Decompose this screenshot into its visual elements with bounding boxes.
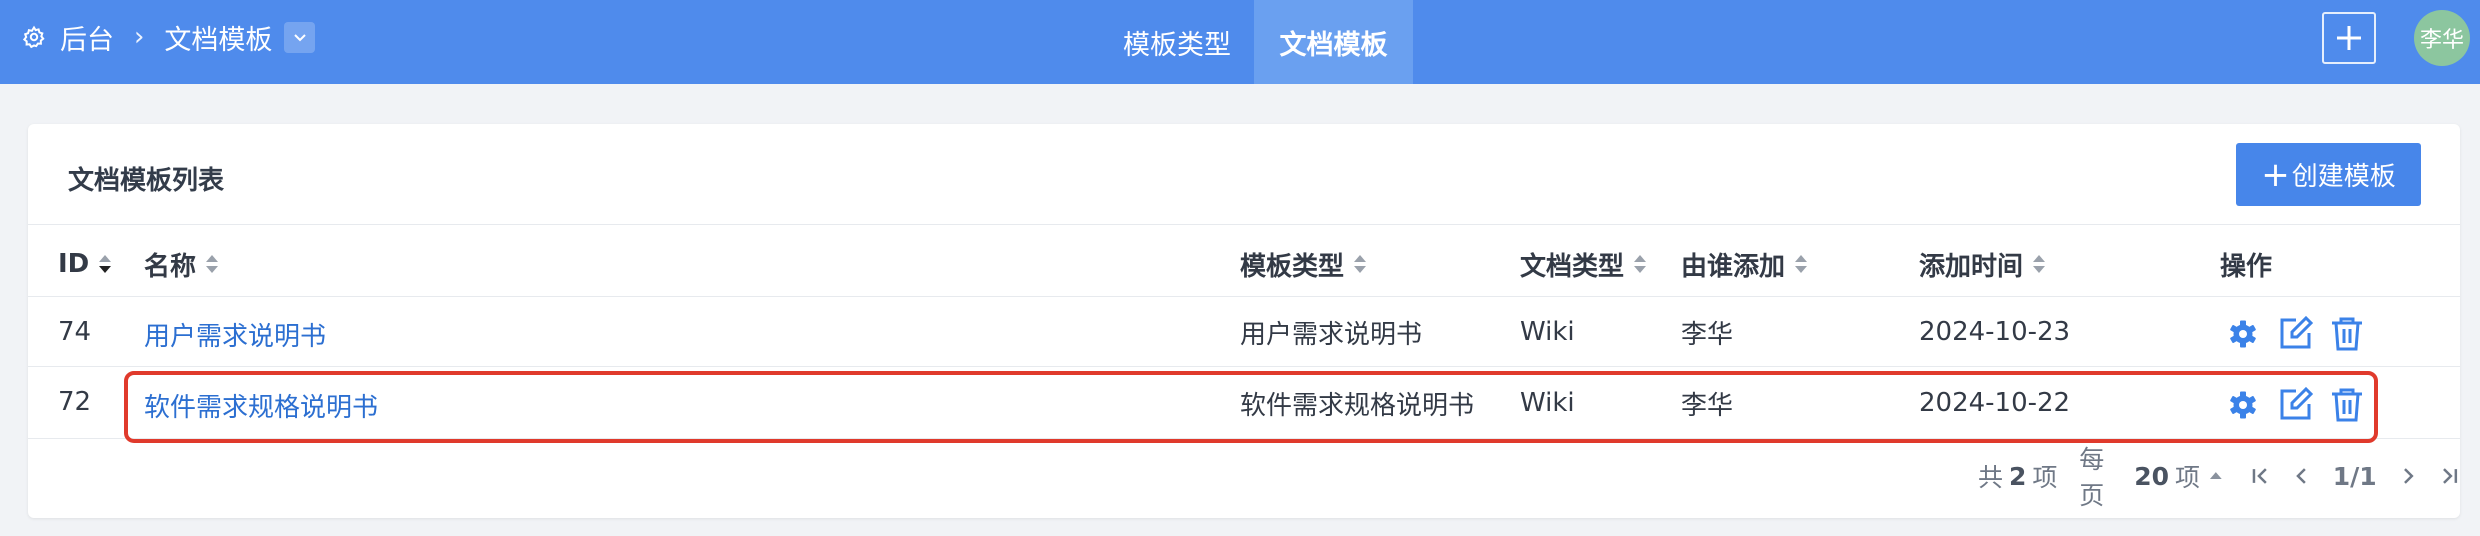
top-navigation-bar: 后台 › 文档模板 模板类型 文档模板 李华: [0, 0, 2480, 84]
first-page-icon[interactable]: [2250, 465, 2272, 487]
cell-added-time: 2024-10-23: [1919, 317, 2071, 347]
cell-template-type: 用户需求说明书: [1240, 319, 1423, 350]
settings-icon: [22, 25, 45, 49]
avatar-text: 李华: [2419, 28, 2464, 53]
total-prefix: 共: [1978, 463, 2004, 492]
sort-icon: [2033, 255, 2046, 273]
column-header-doc-type[interactable]: 文档类型: [1520, 244, 1648, 284]
column-header-added-time[interactable]: 添加时间: [1919, 244, 2047, 284]
column-header-label: 由谁添加: [1681, 251, 1786, 282]
column-header-name[interactable]: 名称: [144, 244, 220, 284]
per-page-value: 20: [2134, 461, 2170, 491]
per-page-suffix: 项: [2175, 463, 2201, 492]
cell-added-by: 李华: [1681, 319, 1734, 350]
breadcrumb-current: 文档模板: [164, 24, 273, 56]
sort-icon: [1795, 255, 1808, 273]
plus-icon: [2337, 26, 2361, 50]
create-template-label: 创建模板: [2291, 162, 2396, 192]
cell-id: 72: [58, 387, 92, 417]
template-list-card: 文档模板列表 + 创建模板 ID 名称 模板类型 文档类型 由谁添加 添加时间 …: [28, 124, 2460, 518]
add-button[interactable]: [2322, 12, 2376, 64]
tab-label: 文档模板: [1279, 29, 1388, 61]
edit-icon[interactable]: [2276, 315, 2314, 353]
column-header-added-by[interactable]: 由谁添加: [1681, 244, 1809, 284]
previous-page-icon[interactable]: [2291, 465, 2313, 487]
column-header-id[interactable]: ID: [58, 244, 113, 284]
column-header-label: 操作: [2220, 251, 2273, 282]
breadcrumb-root[interactable]: 后台: [60, 18, 114, 57]
divider: [28, 366, 2460, 367]
divider: [28, 296, 2460, 297]
card-title: 文档模板列表: [68, 166, 225, 196]
column-header-label: 名称: [144, 251, 197, 282]
divider: [28, 224, 2460, 225]
column-header-label: 添加时间: [1919, 251, 2024, 282]
chevron-down-icon: [294, 34, 306, 42]
sort-icon: [206, 255, 219, 273]
per-page-selector[interactable]: 每页 20 项: [2079, 440, 2224, 512]
row-actions: [2224, 315, 2380, 353]
user-avatar[interactable]: 李华: [2414, 10, 2470, 66]
sort-icon: [1354, 255, 1367, 273]
last-page-icon[interactable]: [2438, 465, 2460, 487]
column-header-label: 文档类型: [1520, 251, 1625, 282]
column-header-template-type[interactable]: 模板类型: [1240, 244, 1368, 284]
cell-doc-type: Wiki: [1520, 317, 1575, 347]
sort-icon: [99, 255, 112, 273]
page-indicator: 1/1: [2332, 461, 2377, 491]
column-header-actions: 操作: [2220, 244, 2272, 284]
column-header-label: 模板类型: [1240, 251, 1345, 282]
next-page-icon[interactable]: [2397, 465, 2419, 487]
tab-doc-templates[interactable]: 文档模板: [1254, 0, 1413, 84]
tab-template-types[interactable]: 模板类型: [1100, 0, 1254, 84]
total-suffix: 项: [2032, 463, 2058, 492]
breadcrumb: 后台 › 文档模板: [22, 0, 316, 74]
per-page-prefix: 每页: [2079, 445, 2105, 510]
cell-id: 74: [58, 317, 92, 347]
column-header-label: ID: [58, 249, 90, 279]
plus-icon: +: [2261, 154, 2290, 195]
total-count: 2: [2009, 461, 2027, 491]
breadcrumb-separator-icon: ›: [134, 22, 145, 52]
row-highlight-annotation: [124, 371, 2378, 443]
sort-icon: [1634, 255, 1647, 273]
create-template-button[interactable]: + 创建模板: [2236, 143, 2421, 206]
template-name-link[interactable]: 用户需求说明书: [144, 314, 326, 354]
caret-up-icon: [2210, 472, 2222, 479]
settings-gear-icon[interactable]: [2224, 315, 2262, 353]
breadcrumb-dropdown-button[interactable]: [284, 21, 316, 53]
pagination: 共 2 项 每页 20 项 1/1: [1978, 445, 2460, 510]
delete-icon[interactable]: [2328, 315, 2366, 353]
tab-label: 模板类型: [1123, 29, 1231, 61]
